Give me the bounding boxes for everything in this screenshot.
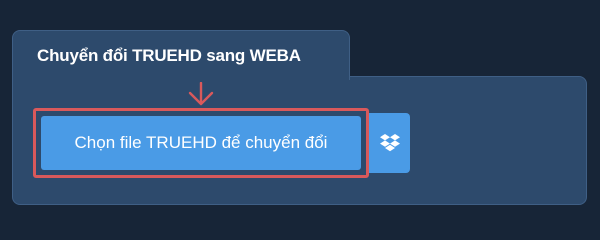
converter-widget: Chuyển đổi TRUEHD sang WEBA Chọn file TR…: [0, 0, 600, 230]
converter-title: Chuyển đổi TRUEHD sang WEBA: [37, 46, 301, 65]
upload-highlight: Chọn file TRUEHD để chuyển đổi: [33, 108, 369, 178]
tab-join: [13, 75, 349, 78]
converter-tab: Chuyển đổi TRUEHD sang WEBA: [12, 30, 350, 80]
dropbox-button[interactable]: [369, 113, 410, 173]
arrow-down-icon: [188, 82, 214, 106]
choose-file-button[interactable]: Chọn file TRUEHD để chuyển đổi: [41, 116, 361, 170]
dropbox-icon: [379, 134, 400, 152]
